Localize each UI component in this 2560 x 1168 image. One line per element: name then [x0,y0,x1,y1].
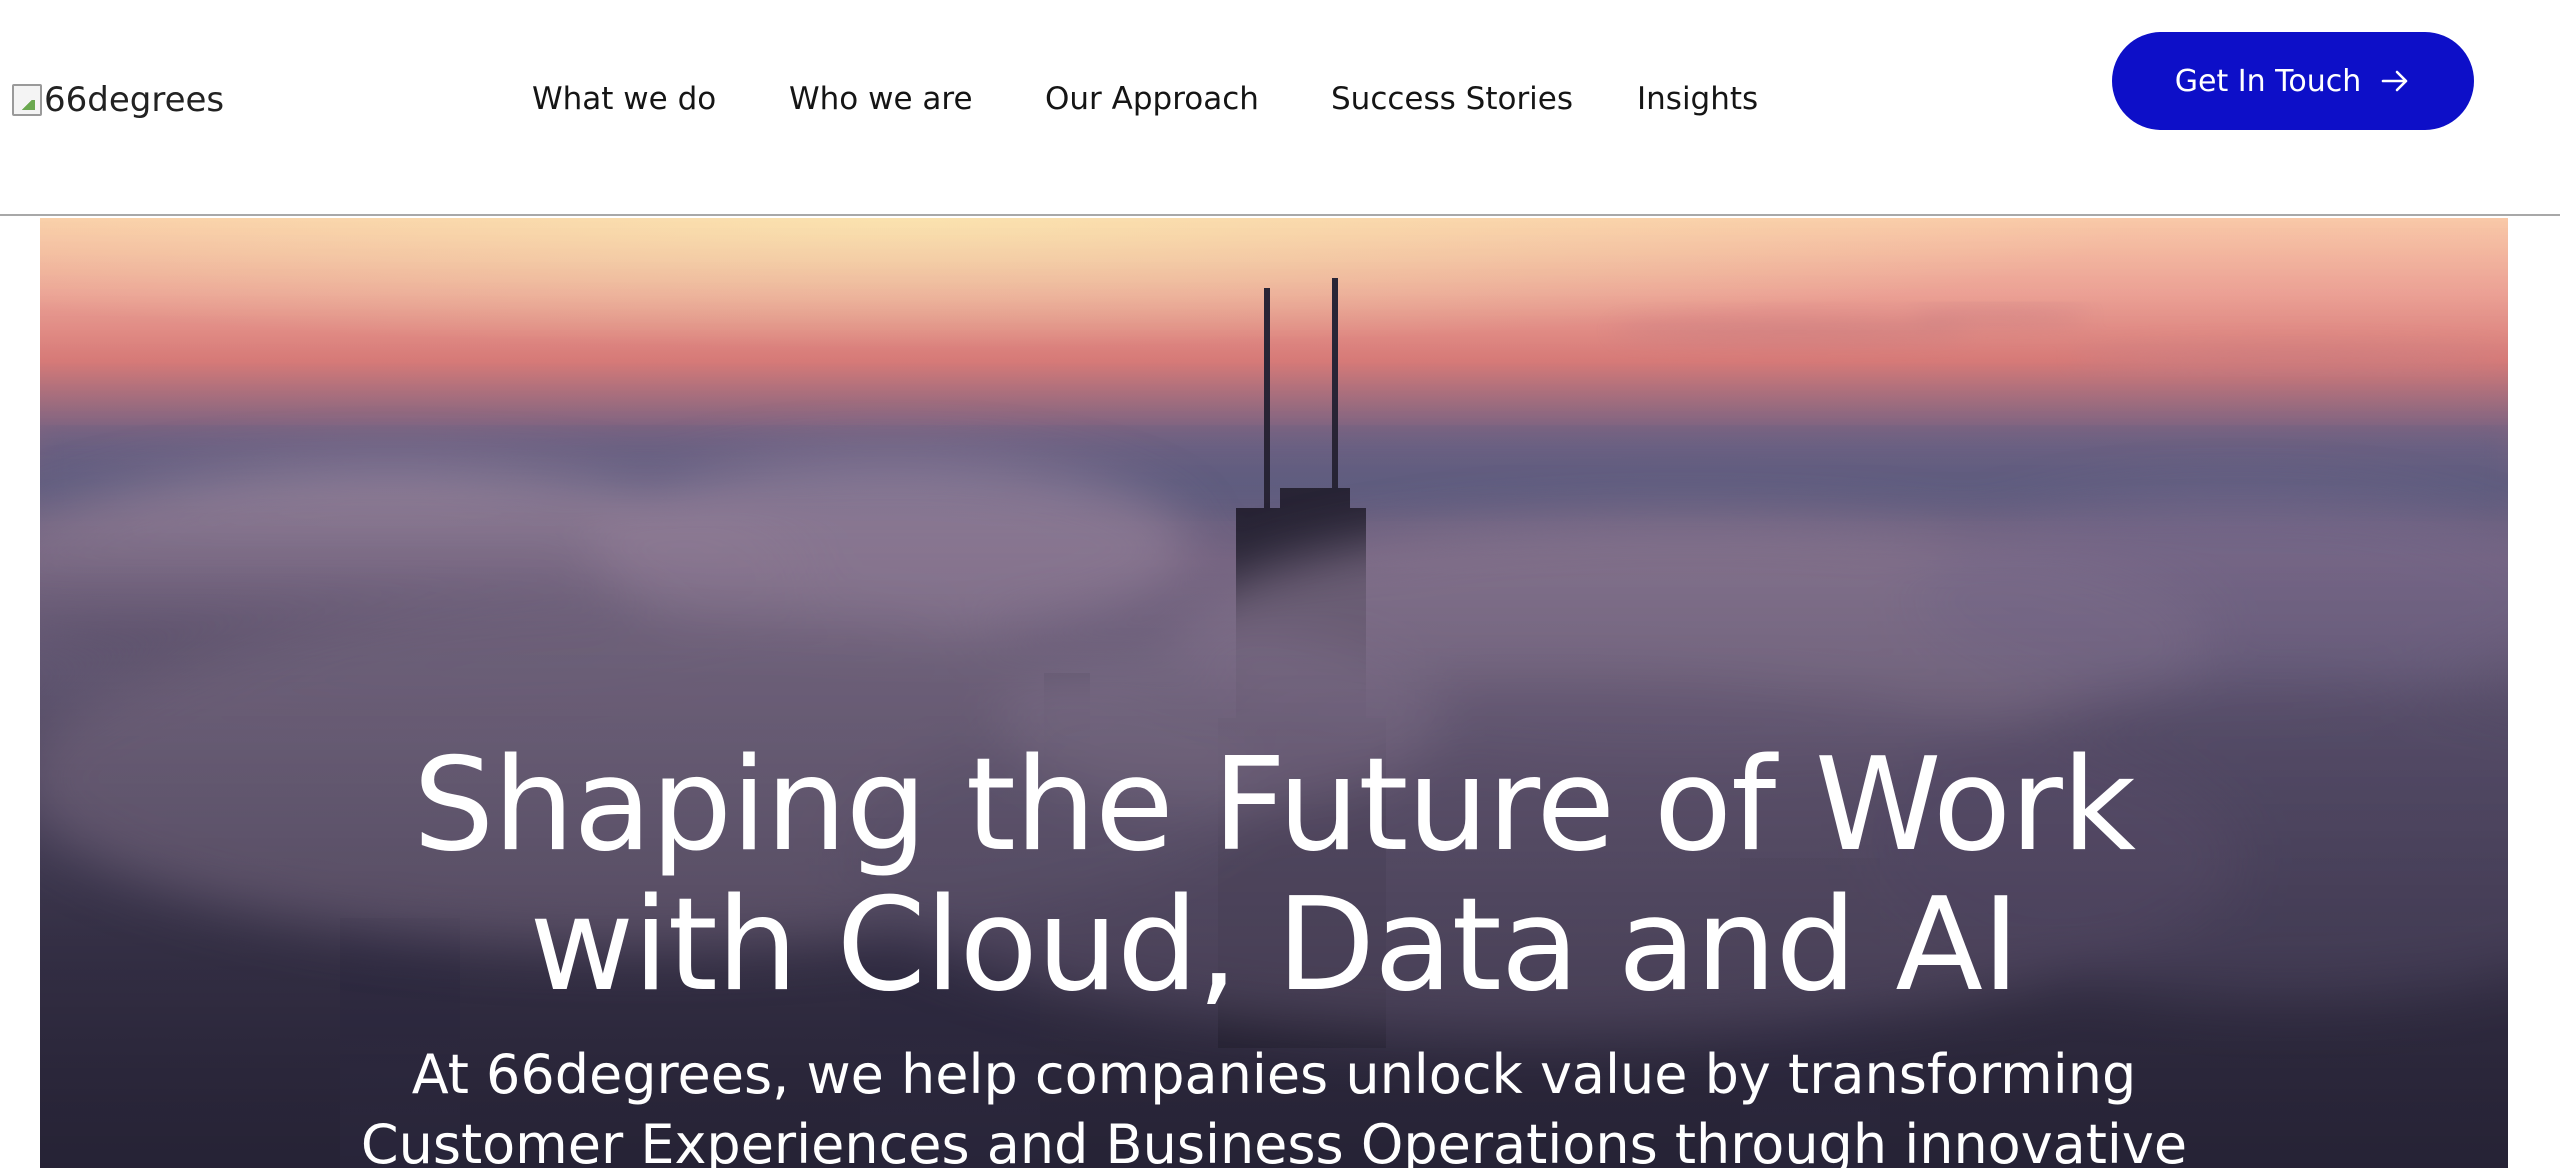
hero-subtitle-line-2: Customer Experiences and Business Operat… [360,1113,2188,1168]
hero-subtitle: At 66degrees, we help companies unlock v… [40,1040,2508,1168]
get-in-touch-button[interactable]: Get In Touch [2112,32,2474,130]
nav-insights[interactable]: Insights [1637,74,1758,124]
arrow-right-icon [2379,65,2411,97]
site-header: 66degrees What we do Who we are Our Appr… [0,0,2560,216]
nav-success-stories[interactable]: Success Stories [1331,74,1573,124]
nav-our-approach[interactable]: Our Approach [1045,74,1259,124]
nav-what-we-do[interactable]: What we do [532,74,716,124]
get-in-touch-label: Get In Touch [2174,63,2362,99]
nav-who-we-are[interactable]: Who we are [789,74,973,124]
hero-background-image [40,218,2508,1168]
hero-subtitle-line-1: At 66degrees, we help companies unlock v… [411,1043,2137,1106]
hero-title: Shaping the Future of Work with Cloud, D… [40,736,2508,1016]
hero-title-line-2: with Cloud, Data and AI [529,871,2019,1020]
hero-section: Shaping the Future of Work with Cloud, D… [40,218,2508,1168]
hero-title-line-1: Shaping the Future of Work [413,731,2136,880]
